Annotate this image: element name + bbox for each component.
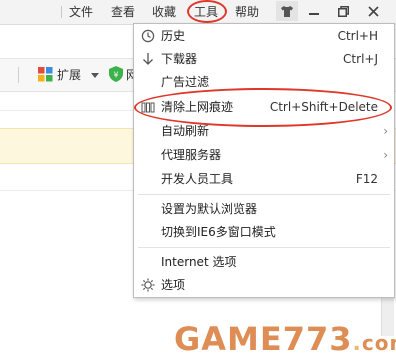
menu-item-auto-refresh[interactable]: 自动刷新 › [134,120,394,142]
menu-item-label: 历史 [161,29,186,43]
menu-item-label: 广告过滤 [161,75,210,89]
menu-item-label: 下载器 [161,52,198,66]
download-arrow-icon [143,53,153,65]
menu-item-label: 设置为默认浏览器 [161,202,258,216]
menu-file[interactable]: 文件 [69,4,93,20]
svg-text:¥: ¥ [113,71,118,80]
tools-dropdown-menu: 历史 Ctrl+H 下载器 Ctrl+J 广告过滤 清除上网痕迹 Ctrl+Sh… [133,23,395,298]
menu-item-ad-filter[interactable]: 广告过滤 [134,71,394,93]
minimize-icon [309,13,319,15]
menu-item-label: 选项 [161,278,186,292]
menu-item-proxy-server[interactable]: 代理服务器 › [134,144,394,166]
menu-item-label: 自动刷新 [161,124,210,138]
menu-separator [138,247,390,248]
skin-button[interactable] [276,1,298,21]
shortcut-text: Ctrl+J [343,52,378,66]
watermark-text: com [361,331,396,355]
submenu-arrow-icon: › [383,148,388,162]
menu-item-label: 开发人员工具 [161,172,234,186]
clear-trace-icon [141,102,155,113]
menu-item-options[interactable]: 选项 [134,274,394,296]
menu-item-label: 清除上网痕迹 [161,100,234,114]
shortcut-text: Ctrl+Shift+Delete [269,100,378,114]
shortcut-text: Ctrl+H [337,29,378,43]
menubar-separator [61,6,62,18]
close-icon [367,5,379,17]
minimize-button[interactable] [303,1,325,21]
watermark-text: GAME [174,320,283,358]
menu-item-history[interactable]: 历史 Ctrl+H [134,25,394,47]
menu-item-switch-ie6-mode[interactable]: 切换到IE6多窗口模式 [134,221,394,243]
extensions-icon [38,67,53,82]
menu-item-internet-options[interactable]: Internet 选项 [134,251,394,273]
site-watermark: GAME773.com [174,320,396,358]
extensions-button[interactable]: 扩展 [57,67,81,83]
restore-button[interactable] [332,1,354,21]
close-button[interactable] [362,1,384,21]
menu-view[interactable]: 查看 [111,4,135,20]
shirt-icon [281,5,293,17]
shortcut-text: F12 [355,172,378,186]
menu-item-label: 代理服务器 [161,148,222,162]
menu-item-developer-tools[interactable]: 开发人员工具 F12 [134,168,394,190]
menu-item-label: 切换到IE6多窗口模式 [161,225,276,239]
toolbar-separator [18,67,19,83]
menu-favorites[interactable]: 收藏 [152,4,176,20]
menu-help[interactable]: 帮助 [235,4,259,20]
menu-item-label: Internet 选项 [161,255,237,269]
title-bar: 文件 查看 收藏 工具 帮助 [0,0,396,25]
menu-item-set-default-browser[interactable]: 设置为默认浏览器 [134,198,394,220]
gear-icon [141,278,155,292]
history-clock-icon [141,29,155,43]
watermark-text: . [352,331,362,356]
restore-icon [337,5,349,17]
menu-tools[interactable]: 工具 [194,4,218,20]
submenu-arrow-icon: › [383,124,388,138]
watermark-text: 773 [282,320,353,358]
shield-icon: ¥ [109,66,123,82]
chevron-down-icon [91,73,99,78]
menu-separator [138,194,390,195]
menu-item-clear-traces[interactable]: 清除上网痕迹 Ctrl+Shift+Delete [134,96,394,118]
menu-item-downloader[interactable]: 下载器 Ctrl+J [134,48,394,70]
